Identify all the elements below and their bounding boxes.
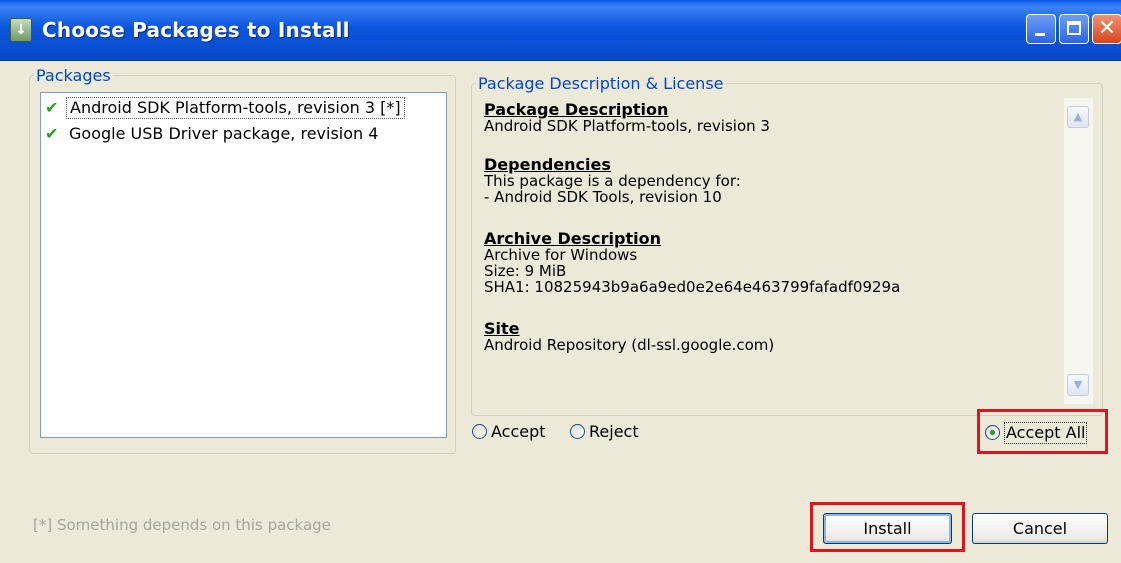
description-scrollbar[interactable]: ▲ ▼ — [1064, 98, 1093, 404]
dependencies-line: - Android SDK Tools, revision 10 — [484, 188, 722, 206]
archive-line: Archive for Windows — [484, 246, 638, 264]
minimize-icon — [1035, 33, 1045, 36]
download-arrow-icon: ↓ — [10, 18, 32, 42]
site-text: Android Repository (dl-ssl.google.com) — [484, 336, 775, 354]
reject-radio[interactable]: Reject — [570, 420, 654, 444]
accept-all-radio[interactable]: Accept All — [985, 421, 1100, 445]
cancel-button[interactable]: Cancel — [972, 513, 1108, 544]
minimize-button[interactable] — [1026, 14, 1056, 44]
accept-radio[interactable]: Accept — [472, 420, 560, 444]
package-description-text: Android SDK Platform-tools, revision 3 — [484, 117, 770, 135]
close-button[interactable]: ✕ — [1092, 14, 1121, 44]
description-legend: Package Description & License — [478, 74, 724, 93]
site-heading: Site — [484, 319, 520, 338]
radio-circle-icon — [472, 424, 487, 439]
dependency-note: [*] Something depends on this package — [33, 516, 331, 534]
choose-packages-window: ↓ Choose Packages to Install ✕ Packages … — [0, 0, 1121, 563]
chevron-up-icon: ▲ — [1073, 110, 1083, 123]
scroll-up-button[interactable]: ▲ — [1067, 106, 1089, 128]
radio-selected-icon — [985, 425, 1000, 440]
archive-line: SHA1: 10825943b9a6a9ed0e2e64e463799fafad… — [484, 278, 901, 296]
radio-circle-icon — [570, 424, 585, 439]
checkmark-icon: ✔ — [45, 98, 59, 117]
dependencies-line: This package is a dependency for: — [484, 172, 741, 190]
chevron-down-icon: ▼ — [1073, 378, 1083, 391]
archive-line: Size: 9 MiB — [484, 262, 567, 280]
checkmark-icon: ✔ — [45, 124, 59, 143]
close-icon: ✕ — [1097, 16, 1117, 41]
description-text-area[interactable]: Package Description Android SDK Platform… — [481, 98, 1063, 408]
maximize-icon — [1067, 21, 1081, 35]
package-item-label: Android SDK Platform-tools, revision 3 [… — [66, 97, 405, 119]
packages-list[interactable]: ✔ Android SDK Platform-tools, revision 3… — [40, 92, 447, 438]
reject-radio-label: Reject — [589, 422, 639, 441]
accept-all-radio-label: Accept All — [1004, 422, 1088, 444]
archive-description-heading: Archive Description — [484, 229, 661, 248]
package-description-heading: Package Description — [484, 100, 669, 119]
packages-legend: Packages — [36, 66, 111, 85]
dependencies-heading: Dependencies — [484, 155, 611, 174]
scroll-down-button[interactable]: ▼ — [1067, 374, 1089, 396]
maximize-button[interactable] — [1059, 14, 1089, 44]
title-bar[interactable]: ↓ Choose Packages to Install ✕ — [0, 0, 1121, 61]
install-button[interactable]: Install — [823, 513, 952, 544]
package-item-label: Google USB Driver package, revision 4 — [69, 124, 379, 143]
accept-radio-label: Accept — [491, 422, 546, 441]
window-title: Choose Packages to Install — [42, 18, 350, 42]
